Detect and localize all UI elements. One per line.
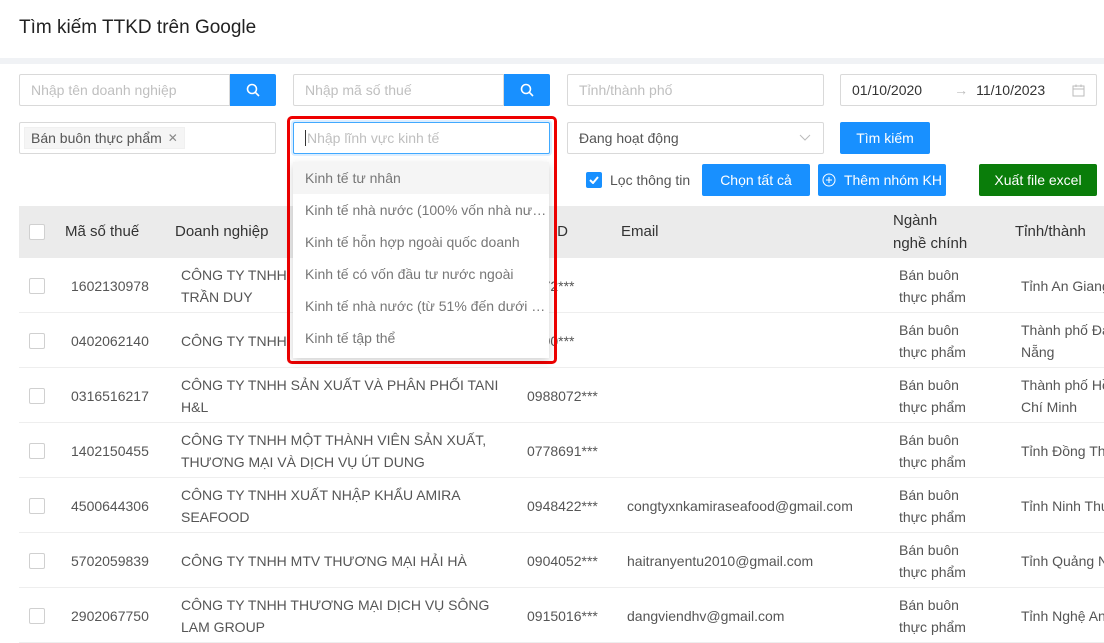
- company-cell: CÔNG TY TNHH THƯƠNG MẠI DỊCH VỤ SÔNG LAM…: [181, 597, 490, 635]
- date-to[interactable]: 11/10/2023: [976, 82, 1045, 98]
- row-checkbox[interactable]: [29, 278, 45, 294]
- company-cell: CÔNG TY TNHH: [181, 333, 287, 349]
- sector-dropdown-menu: Kinh tế tư nhân Kinh tế nhà nước (100% v…: [293, 162, 549, 358]
- close-icon[interactable]: ✕: [168, 131, 178, 145]
- add-group-label: Thêm nhóm KH: [843, 172, 943, 188]
- industry-cell: Bán buôn thực phẩm: [899, 597, 966, 635]
- dropdown-option[interactable]: Kinh tế nhà nước (từ 51% đến dưới 100%): [293, 290, 549, 322]
- column-email: Email: [621, 223, 659, 240]
- select-all-button[interactable]: Chọn tất cả: [702, 164, 810, 196]
- company-cell: CÔNG TY TNHH SẢN XUẤT VÀ PHÂN PHỐI TANI …: [181, 377, 499, 415]
- page-title: Tìm kiếm TTKD trên Google: [19, 17, 257, 38]
- search-icon: [246, 83, 260, 97]
- province-cell: Thành phố Hồ Chí Minh: [1021, 377, 1104, 415]
- phone-cell: 0904052***: [527, 553, 598, 569]
- province-cell: Thành phố Đà Nẵng: [1021, 322, 1104, 360]
- divider: [0, 58, 1104, 64]
- date-range-picker[interactable]: 01/10/2020 → 11/10/2023: [840, 74, 1097, 106]
- province-cell: Tỉnh An Giang: [1021, 278, 1104, 294]
- filter-label: Lọc thông tin: [610, 172, 691, 188]
- phone-cell: 0948422***: [527, 498, 598, 514]
- select-all-checkbox[interactable]: [29, 224, 45, 240]
- search-icon: [520, 83, 534, 97]
- industry-cell: Bán buôn thực phẩm: [899, 322, 966, 360]
- add-group-button[interactable]: Thêm nhóm KH: [818, 164, 946, 196]
- tax-search-button[interactable]: [504, 74, 550, 106]
- phone-cell: 0988072***: [527, 388, 598, 404]
- table-row[interactable]: 0316516217 CÔNG TY TNHH SẢN XUẤT VÀ PHÂN …: [19, 368, 1104, 423]
- company-input[interactable]: Nhập tên doanh nghiệp: [19, 74, 230, 106]
- dropdown-option[interactable]: Kinh tế nhà nước (100% vốn nhà nước): [293, 194, 549, 226]
- industry-select[interactable]: Bán buôn thực phẩm ✕: [19, 122, 276, 154]
- email-cell: haitranyentu2010@gmail.com: [627, 553, 814, 569]
- date-from[interactable]: 01/10/2020: [852, 82, 922, 98]
- table-row[interactable]: 4500644306 CÔNG TY TNHH XUẤT NHẬP KHẨU AM…: [19, 478, 1104, 533]
- tax-cell: 2902067750: [71, 608, 149, 624]
- company-cell: CÔNG TY TNHH TRẦN DUY: [181, 267, 287, 305]
- province-input[interactable]: Tỉnh/thành phố: [567, 74, 824, 106]
- table-row[interactable]: 5702059839 CÔNG TY TNHH MTV THƯƠNG MẠI HẢ…: [19, 533, 1104, 588]
- table-header: Mã số thuế Doanh nghiệp D ID Email Ngành…: [19, 206, 1104, 258]
- plus-circle-icon: [822, 173, 836, 187]
- dropdown-option[interactable]: Kinh tế tập thể: [293, 322, 549, 354]
- search-button[interactable]: Tìm kiếm: [840, 122, 930, 154]
- export-excel-button[interactable]: Xuất file excel: [979, 164, 1097, 196]
- chevron-down-icon: [799, 134, 811, 141]
- checkbox-checked-icon[interactable]: [586, 172, 602, 188]
- industry-tag-label: Bán buôn thực phẩm: [31, 130, 162, 146]
- table-row[interactable]: 1602130978 CÔNG TY TNHH TRẦN DUY 9072*** Bá…: [19, 258, 1104, 313]
- industry-cell: Bán buôn thực phẩm: [899, 432, 966, 470]
- column-tax: Mã số thuế: [65, 223, 140, 240]
- row-checkbox[interactable]: [29, 443, 45, 459]
- row-checkbox[interactable]: [29, 498, 45, 514]
- status-value: Đang hoạt động: [579, 130, 679, 146]
- table-row[interactable]: 1402150455 CÔNG TY TNHH MỘT THÀNH VIÊN SẢ…: [19, 423, 1104, 478]
- filter-checkbox[interactable]: Lọc thông tin: [586, 172, 690, 188]
- tax-cell: 0316516217: [71, 388, 149, 404]
- phone-cell: 0778691***: [527, 443, 598, 459]
- row-checkbox[interactable]: [29, 388, 45, 404]
- column-company: Doanh nghiệp: [175, 223, 269, 240]
- industry-cell: Bán buôn thực phẩm: [899, 487, 966, 525]
- industry-cell: Bán buôn thực phẩm: [899, 377, 966, 415]
- sector-placeholder: Nhập lĩnh vực kinh tế: [307, 130, 440, 146]
- row-checkbox[interactable]: [29, 333, 45, 349]
- row-checkbox[interactable]: [29, 553, 45, 569]
- dropdown-option[interactable]: Kinh tế tư nhân: [293, 162, 549, 194]
- tax-cell: 1602130978: [71, 278, 149, 294]
- tax-cell: 1402150455: [71, 443, 149, 459]
- tax-input[interactable]: Nhập mã số thuế: [293, 74, 504, 106]
- company-search-button[interactable]: [230, 74, 276, 106]
- dropdown-option[interactable]: Kinh tế hỗn hợp ngoài quốc doanh: [293, 226, 549, 258]
- company-cell: CÔNG TY TNHH XUẤT NHẬP KHẨU AMIRA SEAFOO…: [181, 487, 461, 525]
- tax-cell: 0402062140: [71, 333, 149, 349]
- province-cell: Tỉnh Đồng Tháp: [1021, 443, 1104, 459]
- dropdown-option[interactable]: Kinh tế có vốn đầu tư nước ngoài: [293, 258, 549, 290]
- sector-input[interactable]: Nhập lĩnh vực kinh tế: [293, 122, 550, 154]
- tax-cell: 5702059839: [71, 553, 149, 569]
- column-province: Tỉnh/thành: [1015, 223, 1086, 240]
- province-cell: Tỉnh Ninh Thuận: [1021, 498, 1104, 514]
- tax-search: Nhập mã số thuế: [293, 74, 550, 106]
- province-cell: Tỉnh Nghệ An: [1021, 608, 1104, 624]
- table-row[interactable]: 0402062140 CÔNG TY TNHH 2990*** Bán buôn th…: [19, 313, 1104, 368]
- row-checkbox[interactable]: [29, 608, 45, 624]
- company-search: Nhập tên doanh nghiệp: [19, 74, 276, 106]
- province-cell: Tỉnh Quảng Ninh: [1021, 553, 1104, 569]
- tax-cell: 4500644306: [71, 498, 149, 514]
- company-cell: CÔNG TY TNHH MỘT THÀNH VIÊN SẢN XUẤT, TH…: [181, 432, 487, 470]
- phone-cell: 0915016***: [527, 608, 598, 624]
- company-cell: CÔNG TY TNHH MTV THƯƠNG MẠI HẢI HÀ: [181, 553, 467, 569]
- email-cell: congtyxnkamiraseafood@gmail.com: [627, 498, 853, 514]
- industry-cell: Bán buôn thực phẩm: [899, 542, 966, 580]
- calendar-icon: [1072, 84, 1085, 96]
- industry-tag: Bán buôn thực phẩm ✕: [24, 127, 185, 149]
- email-cell: dangviendhv@gmail.com: [627, 608, 785, 624]
- status-select[interactable]: Đang hoạt động: [567, 122, 824, 154]
- arrow-right-icon: →: [954, 82, 969, 98]
- industry-cell: Bán buôn thực phẩm: [899, 267, 966, 305]
- column-industry: Ngành nghề chính: [893, 212, 968, 252]
